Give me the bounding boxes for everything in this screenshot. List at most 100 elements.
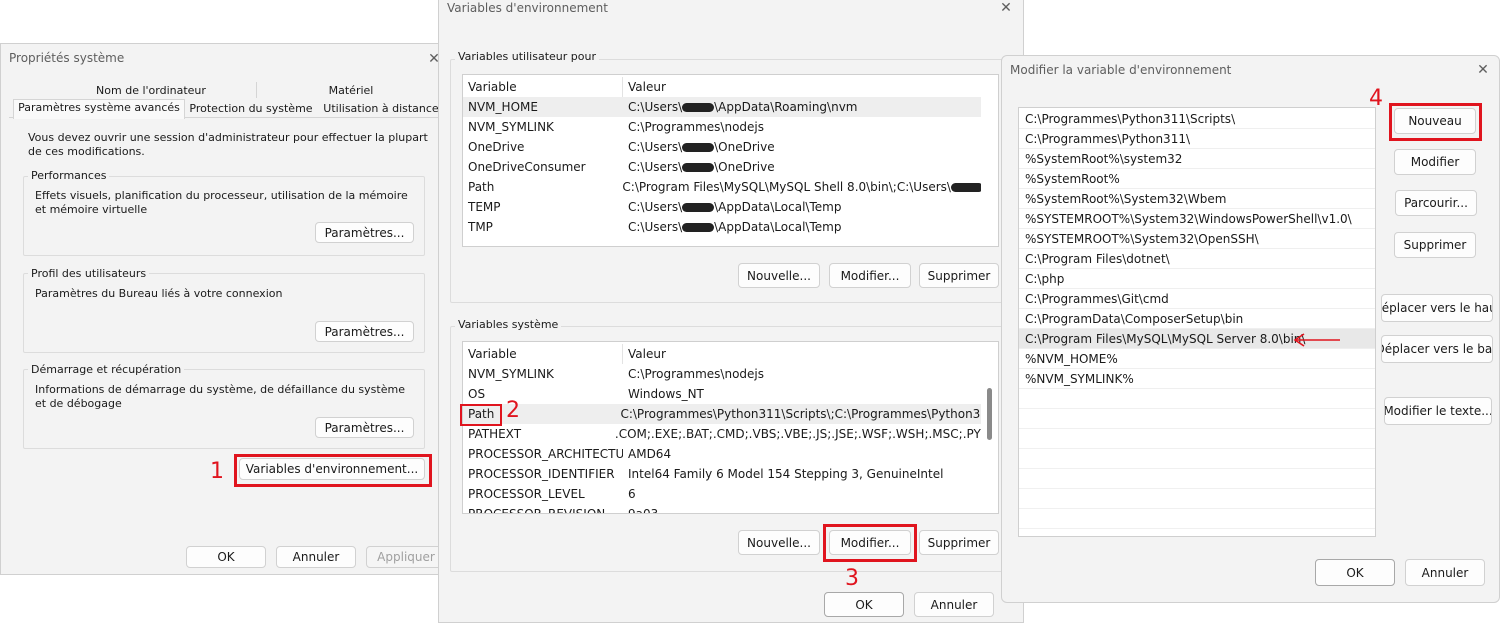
tab-remote[interactable]: Utilisation à distance xyxy=(319,102,443,115)
list-item[interactable]: %NVM_HOME% xyxy=(1019,349,1375,369)
column-value[interactable]: Valeur xyxy=(623,77,666,97)
list-item[interactable]: %NVM_SYMLINK% xyxy=(1019,369,1375,389)
list-item[interactable]: C:\php xyxy=(1019,269,1375,289)
user-new-button[interactable]: Nouvelle... xyxy=(738,263,820,288)
var-name: NVM_SYMLINK xyxy=(468,120,554,134)
table-row[interactable]: Path C:\Program Files\MySQL\MySQL Shell … xyxy=(463,177,981,197)
table-row[interactable]: OneDrive C:\Users\ \OneDrive xyxy=(463,137,981,157)
user-profiles-title: Profil des utilisateurs xyxy=(28,267,150,280)
column-variable[interactable]: Variable xyxy=(463,344,623,364)
startup-title: Démarrage et récupération xyxy=(28,363,185,376)
var-name: PATHEXT xyxy=(468,427,522,441)
table-row[interactable]: OneDriveConsumer C:\Users\ \OneDrive xyxy=(463,157,981,177)
table-row[interactable]: NVM_SYMLINK C:\Programmes\nodejs xyxy=(463,117,981,137)
var-name: PROCESSOR_REVISION xyxy=(468,507,606,514)
list-item[interactable]: C:\Program Files\dotnet\ xyxy=(1019,249,1375,269)
browse-button[interactable]: Parcourir... xyxy=(1395,190,1477,216)
list-item[interactable]: C:\Programmes\Python311\Scripts\ xyxy=(1019,109,1375,129)
ok-button[interactable]: OK xyxy=(1315,559,1395,586)
ok-button[interactable]: OK xyxy=(186,546,266,568)
performance-settings-button[interactable]: Paramètres... xyxy=(315,222,414,243)
edit-variable-window: Modifier la variable d'environnement ✕ C… xyxy=(1001,55,1500,603)
table-row[interactable]: PROCESSOR_REVISION 9a03 xyxy=(463,504,981,514)
ok-button[interactable]: OK xyxy=(824,592,904,617)
user-profiles-settings-button[interactable]: Paramètres... xyxy=(315,321,414,342)
scrollbar-thumb[interactable] xyxy=(987,388,992,440)
value-part: \AppData\Local\Temp xyxy=(714,220,842,234)
table-row[interactable]: OS Windows_NT xyxy=(463,384,981,404)
table-row[interactable]: PROCESSOR_IDENTIFIER Intel64 Family 6 Mo… xyxy=(463,464,981,484)
user-profiles-desc: Paramètres du Bureau liés à votre connex… xyxy=(35,287,283,300)
list-item[interactable]: %SystemRoot%\System32\Wbem xyxy=(1019,189,1375,209)
column-value[interactable]: Valeur xyxy=(623,344,666,364)
edit-entry-button[interactable]: Modifier xyxy=(1394,149,1476,175)
table-row[interactable]: PROCESSOR_LEVEL 6 xyxy=(463,484,981,504)
var-value: C:\Users\ \OneDrive xyxy=(623,137,775,157)
delete-entry-button[interactable]: Supprimer xyxy=(1394,232,1476,258)
list-item[interactable]: %SYSTEMROOT%\System32\WindowsPowerShell\… xyxy=(1019,209,1375,229)
table-row-path[interactable]: Path C:\Programmes\Python311\Scripts\;C:… xyxy=(463,404,981,424)
list-item[interactable]: %SystemRoot% xyxy=(1019,169,1375,189)
tab-protection[interactable]: Protection du système xyxy=(187,102,315,115)
cancel-button[interactable]: Annuler xyxy=(914,592,994,617)
var-name: PROCESSOR_LEVEL xyxy=(468,487,585,501)
var-value: C:\Program Files\MySQL\MySQL Shell 8.0\b… xyxy=(617,177,981,197)
var-name: PROCESSOR_IDENTIFIER xyxy=(468,467,615,481)
user-edit-button[interactable]: Modifier... xyxy=(829,263,911,288)
edit-text-button[interactable]: Modifier le texte... xyxy=(1384,397,1492,425)
startup-settings-button[interactable]: Paramètres... xyxy=(315,417,414,438)
tab-hardware[interactable]: Matériel xyxy=(261,84,441,97)
cancel-button[interactable]: Annuler xyxy=(276,546,356,568)
var-value: C:\Programmes\nodejs xyxy=(628,120,764,134)
system-variables-table: Variable Valeur NVM_SYMLINK C:\Programme… xyxy=(462,341,999,514)
close-icon[interactable]: ✕ xyxy=(999,1,1013,15)
list-item[interactable]: C:\Programmes\Python311\ xyxy=(1019,129,1375,149)
redacted-mark xyxy=(682,143,715,152)
var-name: NVM_SYMLINK xyxy=(468,367,554,381)
path-entries-list[interactable]: C:\Programmes\Python311\Scripts\ C:\Prog… xyxy=(1018,107,1376,537)
list-item[interactable]: C:\ProgramData\ComposerSetup\bin xyxy=(1019,309,1375,329)
var-value: C:\Users\ \AppData\Roaming\nvm xyxy=(623,97,858,117)
step-number-2: 2 xyxy=(506,398,520,423)
var-value: C:\Users\ \AppData\Local\Temp xyxy=(623,197,841,217)
user-delete-button[interactable]: Supprimer xyxy=(919,263,999,288)
system-delete-button[interactable]: Supprimer xyxy=(919,530,999,555)
table-row[interactable]: NVM_SYMLINK C:\Programmes\nodejs xyxy=(463,364,981,384)
close-icon[interactable]: ✕ xyxy=(1476,63,1490,77)
value-part: C:\Users\ xyxy=(628,220,683,234)
table-row[interactable]: PATHEXT .COM;.EXE;.BAT;.CMD;.VBS;.VBE;.J… xyxy=(463,424,981,444)
step-number-4: 4 xyxy=(1369,86,1383,111)
empty-row xyxy=(1019,469,1375,489)
move-down-button[interactable]: Déplacer vers le bas xyxy=(1381,335,1493,363)
var-name: PROCESSOR_ARCHITECTU... xyxy=(468,447,623,461)
move-up-button[interactable]: Déplacer vers le haut xyxy=(1381,294,1493,322)
system-variables-title: Variables système xyxy=(455,318,562,331)
table-row[interactable]: NVM_HOME C:\Users\ \AppData\Roaming\nvm xyxy=(463,97,981,117)
table-row[interactable]: TMP C:\Users\ \AppData\Local\Temp xyxy=(463,217,981,237)
value-part: \AppData\Local\Temp xyxy=(714,200,842,214)
tab-divider xyxy=(256,82,257,98)
apply-button[interactable]: Appliquer xyxy=(366,546,446,568)
value-part: \OneDrive xyxy=(714,160,775,174)
empty-row xyxy=(1019,389,1375,409)
column-variable[interactable]: Variable xyxy=(463,77,623,97)
arrow-left-icon xyxy=(1293,333,1340,347)
value-part: C:\Users\ xyxy=(628,100,683,114)
list-item[interactable]: C:\Programmes\Git\cmd xyxy=(1019,289,1375,309)
window-title: Propriétés système xyxy=(9,51,125,65)
redacted-mark xyxy=(682,163,715,172)
tab-advanced[interactable]: Paramètres système avancés xyxy=(13,101,185,114)
empty-row xyxy=(1019,429,1375,449)
user-variables-title: Variables utilisateur pour xyxy=(455,50,599,63)
list-item[interactable]: %SystemRoot%\system32 xyxy=(1019,149,1375,169)
var-name: TMP xyxy=(468,220,493,234)
var-name: TEMP xyxy=(468,200,501,214)
var-value: 6 xyxy=(628,487,636,501)
table-row[interactable]: TEMP C:\Users\ \AppData\Local\Temp xyxy=(463,197,981,217)
cancel-button[interactable]: Annuler xyxy=(1405,559,1485,586)
tab-computer-name[interactable]: Nom de l'ordinateur xyxy=(61,84,241,97)
system-new-button[interactable]: Nouvelle... xyxy=(738,530,820,555)
list-item[interactable]: %SYSTEMROOT%\System32\OpenSSH\ xyxy=(1019,229,1375,249)
table-row[interactable]: PROCESSOR_ARCHITECTU... AMD64 xyxy=(463,444,981,464)
environment-variables-window: Variables d'environnement ✕ Variables ut… xyxy=(438,0,1024,623)
